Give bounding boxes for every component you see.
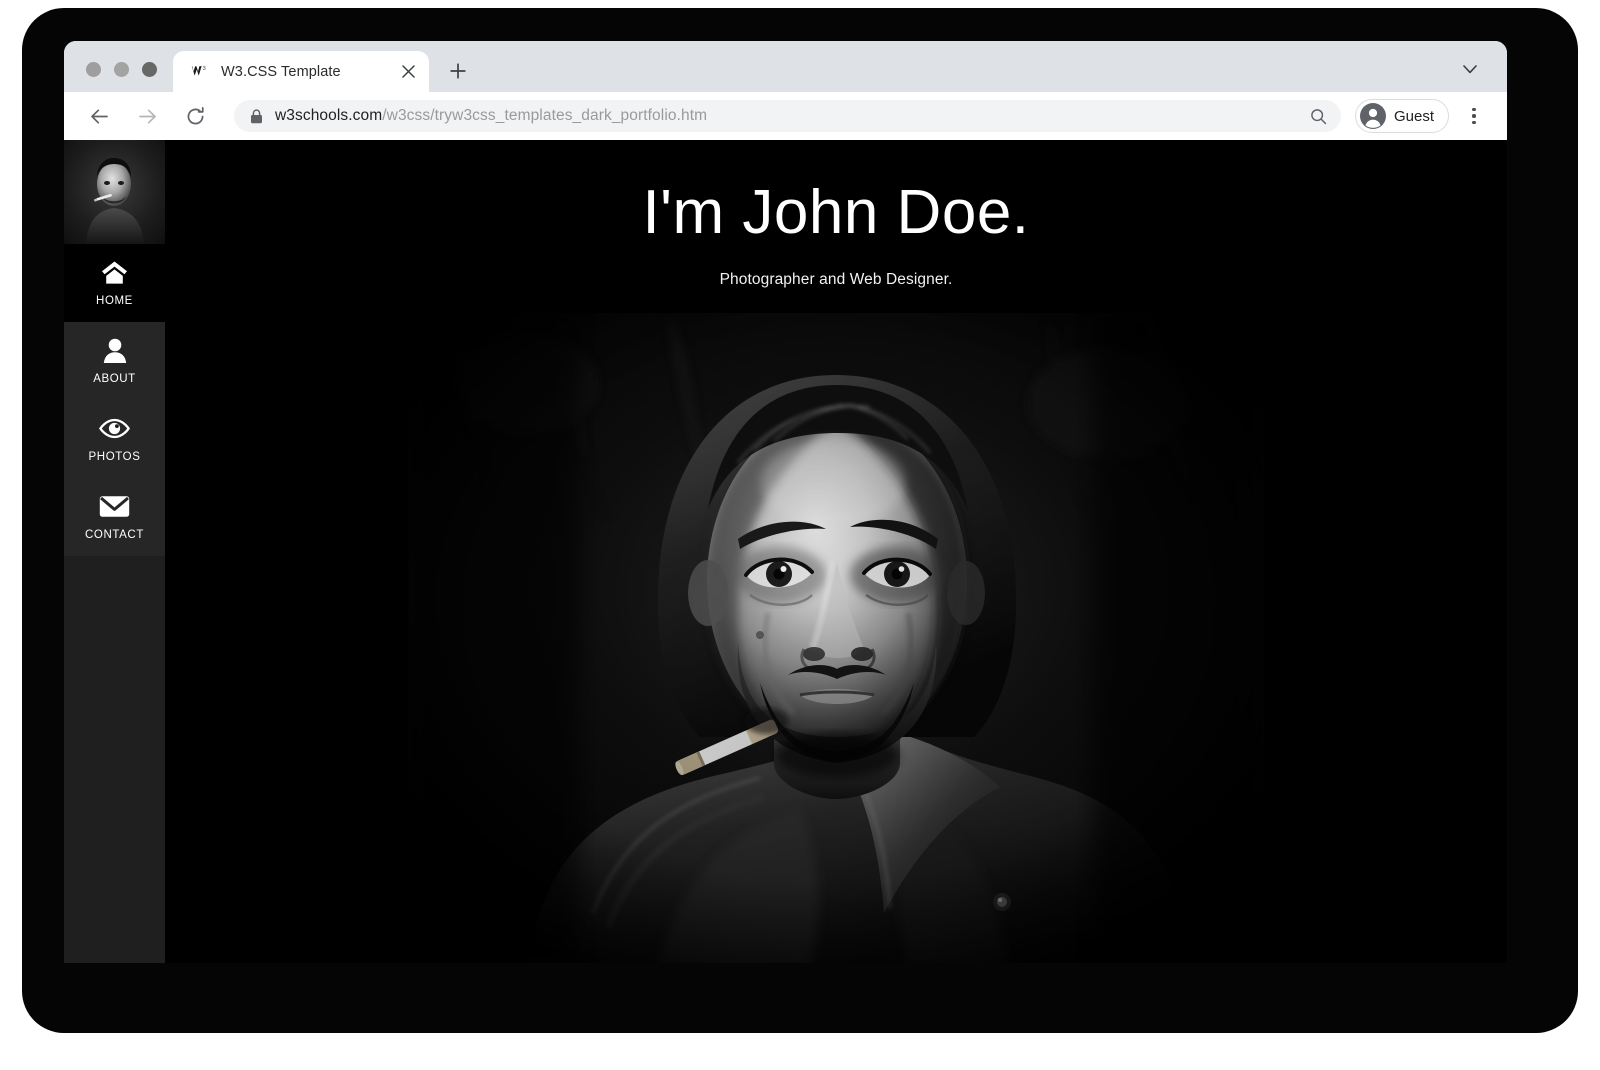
zoom-indicator-button[interactable] xyxy=(1310,108,1327,125)
close-icon xyxy=(401,65,415,78)
sidebar-item-about[interactable]: ABOUT xyxy=(64,322,165,400)
new-tab-button[interactable] xyxy=(443,56,473,86)
back-arrow-icon xyxy=(90,108,108,124)
sidebar-item-photos[interactable]: PHOTOS xyxy=(64,400,165,478)
site-lock-icon xyxy=(250,108,263,124)
three-dot-menu-icon xyxy=(1472,107,1476,112)
sidebar-item-label-home: HOME xyxy=(96,294,133,307)
address-bar-text: w3schools.com/w3css/tryw3css_templates_d… xyxy=(275,107,1298,125)
eye-icon xyxy=(99,416,130,442)
sidebar-avatar[interactable] xyxy=(64,140,165,244)
three-dot-menu-icon-dot3 xyxy=(1472,120,1476,125)
sidebar-item-label-photos: PHOTOS xyxy=(88,450,141,463)
svg-text:3: 3 xyxy=(203,66,206,72)
profile-chip[interactable]: Guest xyxy=(1354,99,1449,133)
page-title: I'm John Doe. xyxy=(642,178,1030,247)
envelope-icon xyxy=(99,494,130,520)
w3-logo-icon: 3 xyxy=(191,66,206,76)
browser-tab-strip: 3 W3.CSS Template xyxy=(64,41,1507,92)
lock-icon xyxy=(251,108,262,123)
tab-search-button[interactable] xyxy=(1455,54,1485,84)
hero-portrait-image xyxy=(408,313,1264,963)
sidebar-item-home[interactable]: HOME xyxy=(64,244,165,322)
forward-arrow-icon xyxy=(138,108,156,124)
browser-window: 3 W3.CSS Template w3schools.com/w3css/tr… xyxy=(64,41,1507,963)
three-dot-menu-icon-dot2 xyxy=(1472,114,1476,118)
browser-toolbar: w3schools.com/w3css/tryw3css_templates_d… xyxy=(64,92,1507,140)
web-page-content: HOME ABOUT PHOTOS CONTACT I'm John Doe. … xyxy=(64,140,1507,963)
address-path: /w3css/tryw3css_templates_dark_portfolio… xyxy=(382,107,708,124)
close-tab-button[interactable] xyxy=(397,61,419,83)
reload-icon xyxy=(187,106,204,124)
reload-button[interactable] xyxy=(177,98,213,134)
home-icon xyxy=(101,260,128,286)
person-icon xyxy=(103,338,127,364)
search-zoom-icon xyxy=(1311,108,1327,124)
address-bar[interactable]: w3schools.com/w3css/tryw3css_templates_d… xyxy=(234,100,1341,132)
page-subtitle: Photographer and Web Designer. xyxy=(719,271,953,288)
site-sidebar: HOME ABOUT PHOTOS CONTACT xyxy=(64,140,165,963)
avatar-portrait-image xyxy=(64,140,165,244)
browser-menu-button[interactable] xyxy=(1459,99,1489,133)
window-bottom-edge xyxy=(64,963,1507,965)
minimize-window-button[interactable] xyxy=(114,62,129,77)
close-window-button[interactable] xyxy=(86,62,101,77)
account-avatar-icon xyxy=(1359,103,1386,129)
forward-button[interactable] xyxy=(129,98,165,134)
sidebar-filler xyxy=(64,556,165,963)
chevron-down-icon xyxy=(1463,64,1477,73)
plus-icon xyxy=(450,63,466,79)
profile-name: Guest xyxy=(1393,107,1434,125)
sidebar-item-label-contact: CONTACT xyxy=(85,528,144,541)
browser-tab[interactable]: 3 W3.CSS Template xyxy=(173,51,429,92)
screenshot-stage: 3 W3.CSS Template w3schools.com/w3css/tr… xyxy=(0,0,1600,1070)
maximize-window-button[interactable] xyxy=(142,62,157,77)
sidebar-item-contact[interactable]: CONTACT xyxy=(64,478,165,556)
site-main-content: I'm John Doe. Photographer and Web Desig… xyxy=(165,140,1507,963)
window-controls xyxy=(64,62,173,92)
address-host: w3schools.com xyxy=(275,107,383,124)
back-button[interactable] xyxy=(81,98,117,134)
sidebar-item-label-about: ABOUT xyxy=(93,372,136,385)
tab-title: W3.CSS Template xyxy=(221,63,341,80)
